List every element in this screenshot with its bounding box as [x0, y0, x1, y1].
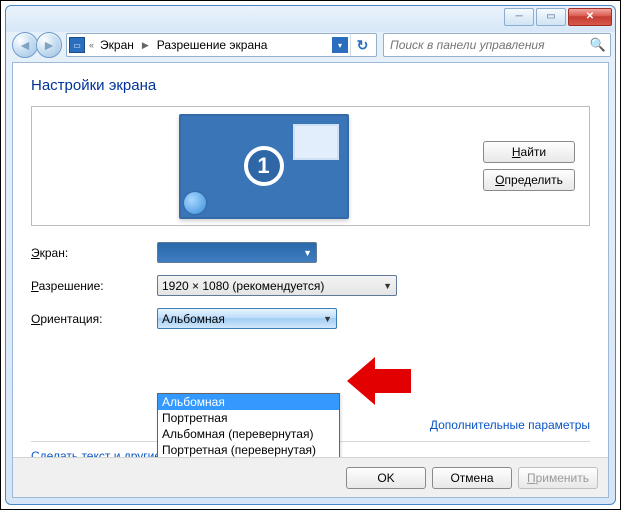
preview-buttons: Найти Определить: [483, 141, 575, 191]
identify-find-button[interactable]: Найти: [483, 141, 575, 163]
breadcrumb-separator: ▶: [138, 40, 153, 51]
screen-label: Экран:: [31, 246, 157, 260]
text-size-link[interactable]: Сделать текст и другие: [31, 449, 161, 457]
apply-button[interactable]: Применить: [518, 467, 598, 489]
resolution-label: Разрешение:: [31, 279, 157, 293]
orientation-option-landscape[interactable]: Альбомная: [158, 394, 339, 410]
address-dropdown-button[interactable]: ▾: [332, 37, 348, 53]
content-panel: Настройки экрана 1 Найти Определить Экра…: [12, 62, 609, 498]
minimize-icon: ─: [515, 12, 522, 22]
monitor-number: 1: [244, 146, 284, 186]
address-bar[interactable]: ▭ « Экран ▶ Разрешение экрана ▾ ↻: [66, 33, 377, 57]
orientation-option-portrait-flipped[interactable]: Портретная (перевернутая): [158, 442, 339, 457]
page-title: Настройки экрана: [31, 77, 590, 94]
cancel-button[interactable]: Отмена: [432, 467, 512, 489]
close-icon: ✕: [586, 12, 594, 22]
content-inner: Настройки экрана 1 Найти Определить Экра…: [13, 63, 608, 457]
orientation-select[interactable]: Альбомная ▼: [157, 308, 337, 329]
back-button[interactable]: ◄: [12, 32, 38, 58]
orientation-option-landscape-flipped[interactable]: Альбомная (перевернутая): [158, 426, 339, 442]
start-orb-icon: [184, 192, 206, 214]
orientation-value: Альбомная: [162, 312, 225, 326]
screen-select[interactable]: ▼: [157, 242, 317, 263]
maximize-button[interactable]: ▭: [536, 8, 566, 26]
orientation-option-portrait[interactable]: Портретная: [158, 410, 339, 426]
breadcrumb-item-resolution[interactable]: Разрешение экрана: [155, 38, 270, 52]
control-panel-icon: ▭: [69, 37, 85, 53]
search-input[interactable]: [388, 37, 590, 53]
breadcrumb-root-chevron: «: [87, 40, 96, 50]
title-bar: ─ ▭ ✕: [6, 6, 615, 32]
monitor-thumbnail[interactable]: 1: [179, 114, 349, 219]
monitor-preview-area: 1: [44, 114, 483, 219]
window-thumbnail-icon: [293, 124, 339, 160]
resolution-row: Разрешение: 1920 × 1080 (рекомендуется) …: [31, 275, 590, 296]
orientation-dropdown: Альбомная Портретная Альбомная (переверн…: [157, 393, 340, 457]
detect-button[interactable]: Определить: [483, 169, 575, 191]
monitor-preview-box: 1 Найти Определить: [31, 106, 590, 226]
minimize-button[interactable]: ─: [504, 8, 534, 26]
chevron-down-icon: ▼: [303, 248, 312, 258]
close-button[interactable]: ✕: [568, 8, 612, 26]
refresh-button[interactable]: ↻: [350, 34, 374, 56]
chevron-down-icon: ▼: [383, 281, 392, 291]
maximize-icon: ▭: [546, 12, 555, 22]
orientation-row: Ориентация: Альбомная ▼: [31, 308, 590, 329]
resolution-value: 1920 × 1080 (рекомендуется): [162, 279, 324, 293]
breadcrumb-item-display[interactable]: Экран: [98, 38, 136, 52]
forward-button[interactable]: ►: [36, 32, 62, 58]
footer: OK Отмена Применить: [13, 457, 608, 497]
forward-icon: ►: [42, 37, 56, 53]
chevron-down-icon: ▼: [323, 314, 332, 324]
advanced-settings-link[interactable]: Дополнительные параметры: [430, 418, 590, 432]
search-box[interactable]: 🔍: [383, 33, 611, 57]
window-frame: ─ ▭ ✕ ◄ ► ▭ « Экран ▶ Разрешение экрана …: [5, 5, 616, 505]
ok-button[interactable]: OK: [346, 467, 426, 489]
nav-buttons: ◄ ►: [12, 32, 60, 58]
resolution-select[interactable]: 1920 × 1080 (рекомендуется) ▼: [157, 275, 397, 296]
orientation-label: Ориентация:: [31, 312, 157, 326]
back-icon: ◄: [18, 37, 32, 53]
screen-row: Экран: ▼: [31, 242, 590, 263]
search-icon: 🔍: [590, 37, 606, 53]
nav-row: ◄ ► ▭ « Экран ▶ Разрешение экрана ▾ ↻ 🔍: [6, 32, 615, 62]
